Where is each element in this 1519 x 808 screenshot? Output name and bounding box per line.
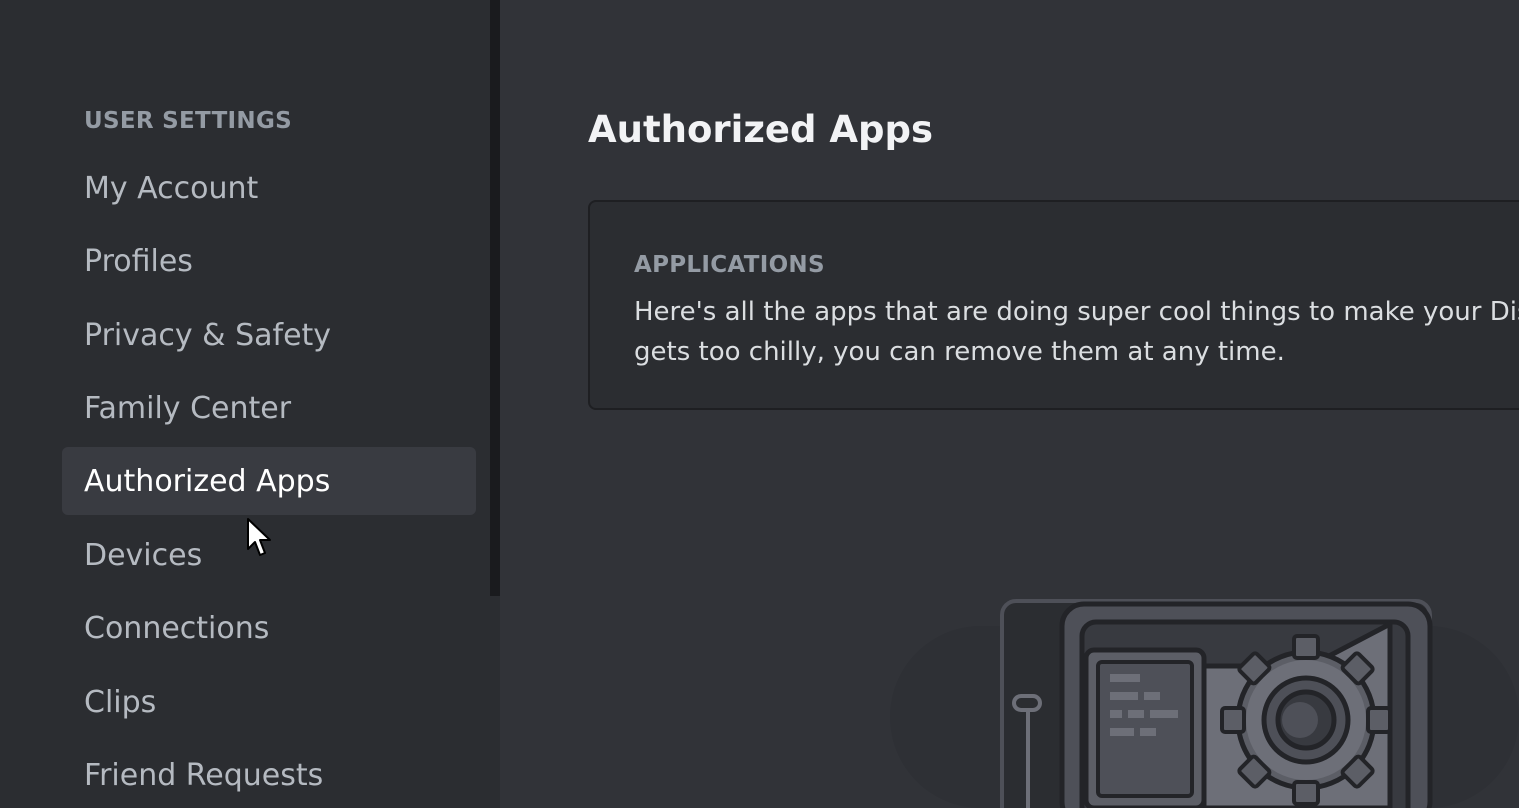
sidebar-item-profiles[interactable]: Profiles: [62, 227, 476, 295]
sidebar-heading: USER SETTINGS: [84, 108, 293, 134]
sidebar-item-privacy-safety[interactable]: Privacy & Safety: [62, 301, 476, 369]
page-title: Authorized Apps: [588, 108, 933, 151]
applications-info-card: APPLICATIONS Here's all the apps that ar…: [588, 200, 1519, 410]
settings-sidebar: USER SETTINGS My Account Profiles Privac…: [0, 0, 490, 808]
sidebar-item-family-center[interactable]: Family Center: [62, 374, 476, 442]
card-description-line-1: Here's all the apps that are doing super…: [634, 297, 1519, 327]
sidebar-item-my-account[interactable]: My Account: [62, 154, 476, 222]
sidebar-item-connections[interactable]: Connections: [62, 594, 476, 662]
sidebar-scrollbar-thumb[interactable]: [490, 0, 500, 596]
settings-window: USER SETTINGS My Account Profiles Privac…: [0, 0, 1519, 808]
card-heading: APPLICATIONS: [634, 252, 825, 278]
sidebar-item-clips[interactable]: Clips: [62, 668, 476, 736]
safe-gear-illustration-icon: [890, 599, 1519, 808]
sidebar-item-friend-requests[interactable]: Friend Requests: [62, 741, 476, 808]
sidebar-item-devices[interactable]: Devices: [62, 521, 476, 589]
sidebar-item-authorized-apps[interactable]: Authorized Apps: [62, 447, 476, 515]
card-description: Here's all the apps that are doing super…: [634, 292, 1519, 372]
sidebar-scrollbar-track[interactable]: [490, 596, 500, 808]
card-description-line-2: gets too chilly, you can remove them at …: [634, 337, 1285, 367]
settings-content: Authorized Apps APPLICATIONS Here's all …: [500, 0, 1519, 808]
